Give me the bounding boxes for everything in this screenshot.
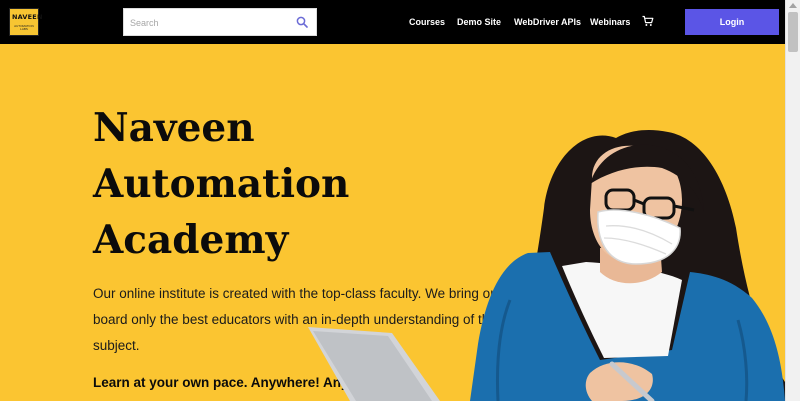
scroll-up-arrow-icon[interactable] — [789, 3, 797, 8]
search-input[interactable] — [130, 15, 290, 31]
hero-student-image — [308, 130, 785, 401]
search-box[interactable] — [123, 8, 317, 36]
logo-line2: AUTOMATION LABS — [14, 24, 34, 31]
nav-webinars[interactable]: Webinars — [590, 16, 630, 28]
nav-webdriver-apis[interactable]: WebDriver APIs — [514, 16, 581, 28]
scrollbar-thumb[interactable] — [788, 12, 798, 52]
search-icon[interactable] — [296, 16, 308, 28]
login-button[interactable]: Login — [685, 9, 779, 35]
vertical-scrollbar[interactable] — [785, 0, 800, 401]
logo[interactable]: NAVEEN AUTOMATION LABS — [9, 8, 43, 36]
cart-icon[interactable] — [642, 15, 654, 27]
logo-line1: NAVEEN — [12, 13, 43, 21]
nav-courses[interactable]: Courses — [409, 16, 445, 28]
top-navbar: NAVEEN AUTOMATION LABS Courses Demo Site… — [0, 0, 785, 44]
nav-demo-site[interactable]: Demo Site — [457, 16, 501, 28]
